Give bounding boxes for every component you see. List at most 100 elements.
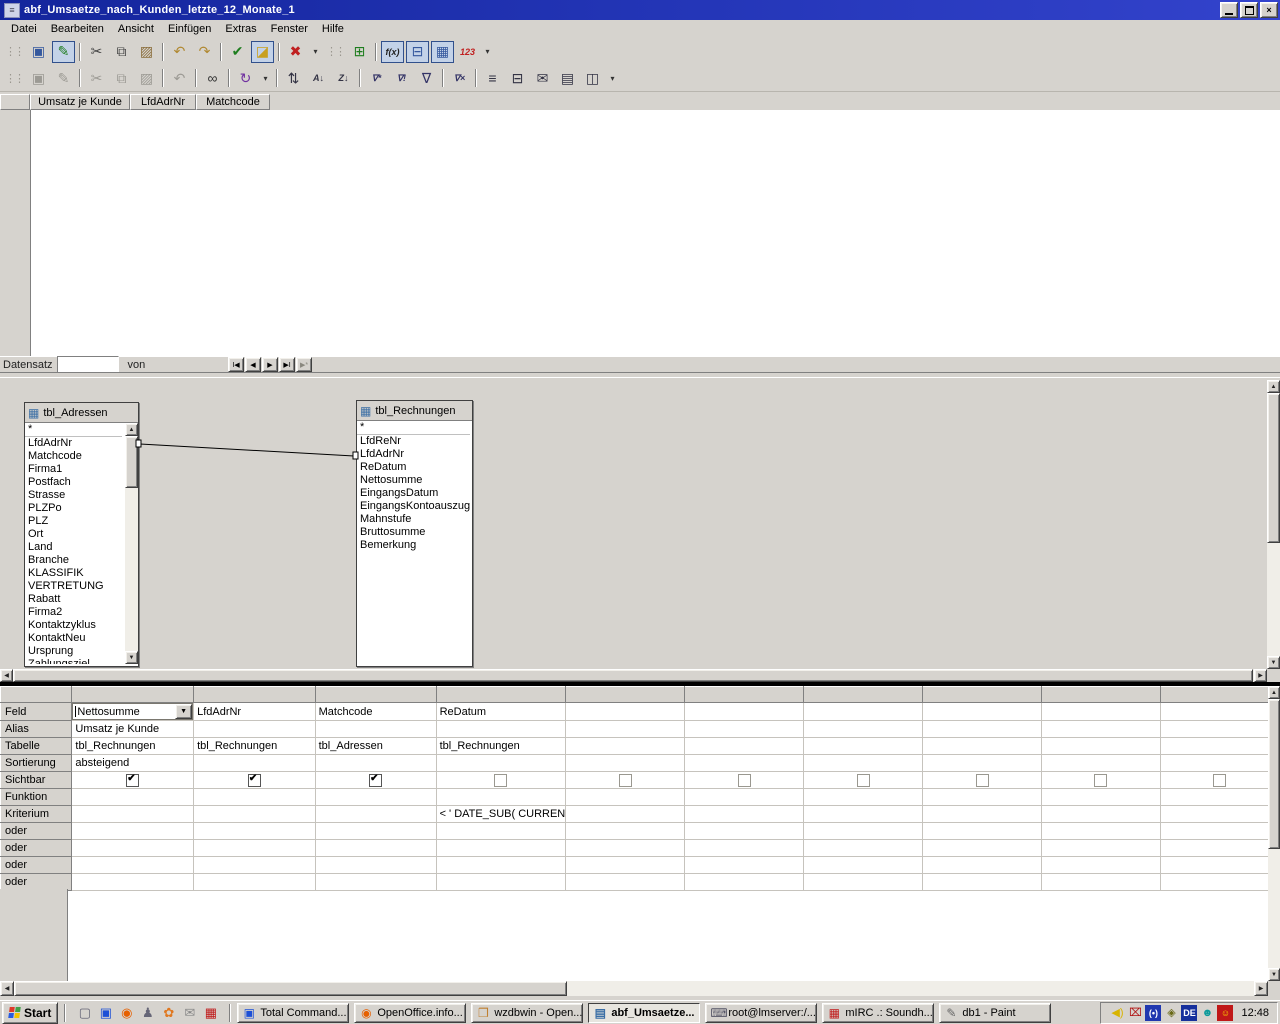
grid-cell-funktion-col2[interactable] bbox=[194, 789, 316, 806]
tray-mirc-tray-icon[interactable]: ☺ bbox=[1217, 1005, 1233, 1021]
grid-cell-funktion-col4[interactable] bbox=[436, 789, 566, 806]
grid-cell-oder3-col9[interactable] bbox=[1042, 874, 1161, 891]
scrollbar-thumb[interactable] bbox=[1267, 393, 1280, 543]
grid-cell-funktion-col6[interactable] bbox=[685, 789, 804, 806]
visible-checkbox[interactable] bbox=[857, 774, 870, 787]
save-icon[interactable]: ▣ bbox=[27, 41, 50, 63]
restore-button[interactable] bbox=[1240, 2, 1258, 18]
grid-cell-oder0-col10[interactable] bbox=[1160, 823, 1279, 840]
grid-cell-kriterium-col3[interactable] bbox=[315, 806, 436, 823]
grid-corner-header[interactable] bbox=[1, 687, 72, 703]
grid-cell-oder2-col1[interactable] bbox=[72, 857, 194, 874]
scroll-up-icon[interactable]: ▲ bbox=[125, 423, 138, 436]
grid-cell-feld-col8[interactable] bbox=[923, 703, 1042, 721]
field-list-scrollbar[interactable]: ▲ ▼ bbox=[125, 423, 138, 664]
remove-filter-icon[interactable]: ∇× bbox=[448, 67, 471, 89]
field-item[interactable]: Zahlungsziel bbox=[25, 658, 122, 664]
grid-cell-feld-col9[interactable] bbox=[1042, 703, 1161, 721]
grid-cell-funktion-col1[interactable] bbox=[72, 789, 194, 806]
field-item[interactable]: PLZPo bbox=[25, 502, 122, 515]
field-item[interactable]: Postfach bbox=[25, 476, 122, 489]
visible-checkbox[interactable] bbox=[619, 774, 632, 787]
mail-merge-icon[interactable]: ✉ bbox=[531, 67, 554, 89]
quicklaunch-mail-icon[interactable]: ✉ bbox=[181, 1004, 198, 1021]
grid-cell-sichtbar-col10[interactable] bbox=[1160, 772, 1279, 789]
more-options-2-icon[interactable]: ▾ bbox=[481, 41, 494, 63]
scrollbar-thumb[interactable] bbox=[14, 981, 567, 996]
grid-cell-tabelle-col3[interactable]: tbl_Adressen bbox=[315, 738, 436, 755]
redo-icon[interactable]: ↷ bbox=[193, 41, 216, 63]
grid-cell-oder0-col7[interactable] bbox=[804, 823, 923, 840]
more-options-icon[interactable]: ▾ bbox=[309, 41, 322, 63]
first-record-button[interactable]: I◀ bbox=[228, 357, 244, 372]
grid-cell-oder1-col9[interactable] bbox=[1042, 840, 1161, 857]
grid-cell-sichtbar-col8[interactable] bbox=[923, 772, 1042, 789]
record-number-input[interactable] bbox=[57, 356, 119, 373]
find-record-icon[interactable]: ∞ bbox=[201, 67, 224, 89]
tray-network-error-icon[interactable]: ⌧ bbox=[1127, 1005, 1143, 1021]
grid-cell-sortierung-col3[interactable] bbox=[315, 755, 436, 772]
quicklaunch-total-commander-icon[interactable]: ▣ bbox=[97, 1004, 114, 1021]
visible-checkbox[interactable] bbox=[1094, 774, 1107, 787]
grid-cell-alias-col3[interactable] bbox=[315, 721, 436, 738]
grid-cell-funktion-col3[interactable] bbox=[315, 789, 436, 806]
grid-cell-sortierung-col10[interactable] bbox=[1160, 755, 1279, 772]
grid-cell-oder2-col3[interactable] bbox=[315, 857, 436, 874]
cut-icon[interactable]: ✂ bbox=[85, 67, 108, 89]
grid-cell-sortierung-col7[interactable] bbox=[804, 755, 923, 772]
tray-volume-icon[interactable]: ◀) bbox=[1109, 1005, 1125, 1021]
tray-radio-tuner-icon[interactable]: (•) bbox=[1145, 1005, 1161, 1021]
table-alias-icon[interactable]: ⊟ bbox=[406, 41, 429, 63]
grid-column-header[interactable] bbox=[685, 687, 804, 703]
grid-cell-oder2-col2[interactable] bbox=[194, 857, 316, 874]
field-item[interactable]: Nettosumme bbox=[357, 474, 470, 487]
grid-cell-sichtbar-col9[interactable] bbox=[1042, 772, 1161, 789]
grid-cell-sortierung-col1[interactable]: absteigend bbox=[72, 755, 194, 772]
design-view-icon[interactable]: ◪ bbox=[251, 41, 274, 63]
grid-cell-oder3-col8[interactable] bbox=[923, 874, 1042, 891]
grid-cell-oder1-col7[interactable] bbox=[804, 840, 923, 857]
menu-fenster[interactable]: Fenster bbox=[264, 21, 315, 37]
field-item[interactable]: Rabatt bbox=[25, 593, 122, 606]
table-window-titlebar[interactable]: ▦ tbl_Adressen bbox=[25, 403, 138, 423]
refresh-icon[interactable]: ↻ bbox=[234, 67, 257, 89]
grid-cell-alias-col6[interactable] bbox=[685, 721, 804, 738]
grid-cell-sichtbar-col5[interactable] bbox=[566, 772, 685, 789]
column-header[interactable]: Matchcode bbox=[196, 94, 270, 110]
grid-cell-alias-col7[interactable] bbox=[804, 721, 923, 738]
grid-cell-feld-col6[interactable] bbox=[685, 703, 804, 721]
field-item[interactable]: Strasse bbox=[25, 489, 122, 502]
grid-cell-oder0-col5[interactable] bbox=[566, 823, 685, 840]
grid-cell-tabelle-col8[interactable] bbox=[923, 738, 1042, 755]
grid-cell-oder1-col3[interactable] bbox=[315, 840, 436, 857]
sort-descending-icon[interactable]: Z↓ bbox=[332, 67, 355, 89]
task-button[interactable]: ⌨root@lmserver:/... bbox=[705, 1003, 817, 1023]
scroll-right-icon[interactable]: ▶ bbox=[1254, 669, 1267, 682]
scroll-up-icon[interactable]: ▲ bbox=[1267, 380, 1280, 393]
grid-cell-feld-col4[interactable]: ReDatum bbox=[436, 703, 566, 721]
grid-cell-oder0-col1[interactable] bbox=[72, 823, 194, 840]
grid-cell-oder2-col7[interactable] bbox=[804, 857, 923, 874]
more-options-icon[interactable]: ▾ bbox=[606, 67, 619, 89]
grid-cell-oder1-col6[interactable] bbox=[685, 840, 804, 857]
prev-record-button[interactable]: ◀ bbox=[245, 357, 261, 372]
grid-cell-oder2-col10[interactable] bbox=[1160, 857, 1279, 874]
scroll-left-icon[interactable]: ◀ bbox=[0, 981, 14, 996]
grid-cell-sichtbar-col6[interactable] bbox=[685, 772, 804, 789]
cut-icon[interactable]: ✂ bbox=[85, 41, 108, 63]
field-item[interactable]: Bemerkung bbox=[357, 539, 470, 552]
field-item[interactable]: Bruttosumme bbox=[357, 526, 470, 539]
grid-cell-oder3-col5[interactable] bbox=[566, 874, 685, 891]
grid-cell-oder0-col6[interactable] bbox=[685, 823, 804, 840]
design-horizontal-scrollbar[interactable]: ◀ ▶ bbox=[0, 669, 1267, 682]
quicklaunch-new-document-icon[interactable]: ▢ bbox=[76, 1004, 93, 1021]
field-item[interactable]: Firma2 bbox=[25, 606, 122, 619]
functions-icon[interactable]: f(x) bbox=[381, 41, 404, 63]
grid-cell-oder0-col2[interactable] bbox=[194, 823, 316, 840]
quicklaunch-remote-access-icon[interactable]: ♟ bbox=[139, 1004, 156, 1021]
grid-column-header[interactable] bbox=[436, 687, 566, 703]
menu-einfgen[interactable]: Einfügen bbox=[161, 21, 218, 37]
minimize-button[interactable] bbox=[1220, 2, 1238, 18]
grid-cell-feld-col10[interactable] bbox=[1160, 703, 1279, 721]
grid-cell-kriterium-col6[interactable] bbox=[685, 806, 804, 823]
